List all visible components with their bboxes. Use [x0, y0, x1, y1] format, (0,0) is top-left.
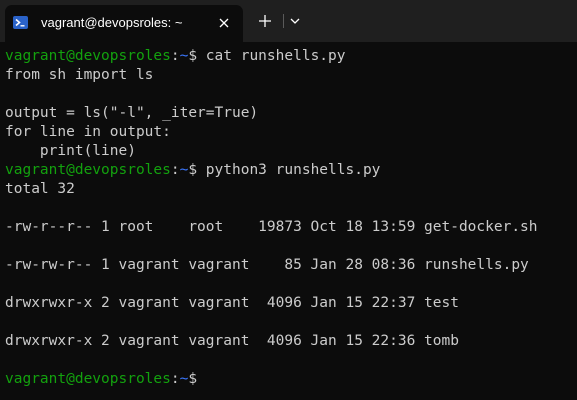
plus-icon[interactable]: [256, 12, 274, 30]
prompt-colon: :: [170, 371, 180, 387]
prompt-user-host: vagrant@devopsroles: [5, 48, 171, 64]
terminal-output[interactable]: vagrant@devopsroles:~$ cat runshells.py …: [5, 47, 577, 400]
prompt-user-host: vagrant@devopsroles: [5, 371, 171, 387]
prompt-colon: :: [170, 48, 180, 64]
prompt-user-host: vagrant@devopsroles: [5, 162, 171, 178]
close-icon[interactable]: [216, 15, 232, 31]
tab-divider: [283, 14, 284, 28]
terminal-icon: [13, 16, 28, 29]
prompt-symbol: $: [188, 371, 198, 387]
tab-active[interactable]: vagrant@devopsroles: ~: [5, 5, 243, 42]
prompt-symbol: $: [188, 162, 198, 178]
prompt-symbol: $: [188, 48, 198, 64]
output-line: print(line): [5, 143, 136, 159]
tab-bar: vagrant@devopsroles: ~: [0, 0, 577, 42]
terminal-window: vagrant@devopsroles: ~ vagrant@devopsrol…: [0, 0, 577, 400]
output-line: drwxrwxr-x 2 vagrant vagrant 4096 Jan 15…: [5, 295, 459, 311]
output-line: from sh import ls: [5, 67, 154, 83]
output-line: output = ls("-l", _iter=True): [5, 105, 259, 121]
output-line: drwxrwxr-x 2 vagrant vagrant 4096 Jan 15…: [5, 333, 459, 349]
output-line: -rw-rw-r-- 1 vagrant vagrant 85 Jan 28 0…: [5, 257, 529, 273]
prompt-line: vagrant@devopsroles:~$ cat runshells.py: [5, 47, 577, 66]
output-line: for line in output:: [5, 124, 171, 140]
tab-title: vagrant@devopsroles: ~: [41, 15, 183, 30]
prompt-line: vagrant@devopsroles:~$: [5, 370, 577, 389]
output-line: -rw-r--r-- 1 root root 19873 Oct 18 13:5…: [5, 219, 538, 235]
command-text: cat runshells.py: [197, 48, 346, 64]
chevron-down-icon[interactable]: [288, 14, 302, 28]
prompt-colon: :: [170, 162, 180, 178]
prompt-line: vagrant@devopsroles:~$ python3 runshells…: [5, 161, 577, 180]
command-text: python3 runshells.py: [197, 162, 381, 178]
output-line: total 32: [5, 181, 75, 197]
